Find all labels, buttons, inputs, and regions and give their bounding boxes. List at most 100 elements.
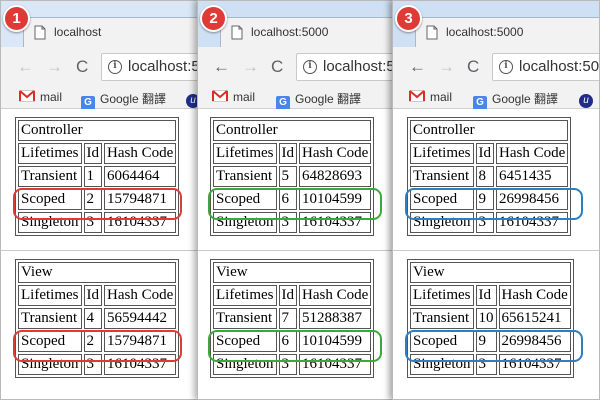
google-translate-icon: G <box>276 96 290 110</box>
tab-title: localhost:5000 <box>446 25 524 39</box>
table-header-row: Lifetimes Id Hash Code <box>18 143 177 164</box>
address-bar[interactable]: i localhost:5 <box>296 53 394 81</box>
cell: 15794871 <box>104 331 177 352</box>
cell: Singleton <box>213 354 277 375</box>
bookmark-translate-label: Google 翻譯 <box>492 92 559 106</box>
page-content: Controller Lifetimes Id Hash Code Transi… <box>1 109 199 399</box>
cell: 10 <box>475 308 497 329</box>
cell: 4 <box>83 308 103 329</box>
info-icon[interactable]: i <box>108 60 122 74</box>
tab-title: localhost:5000 <box>251 25 329 39</box>
table-caption: Controller <box>213 120 372 141</box>
view-table: View Lifetimes Id Hash Code Transient 10… <box>407 259 574 378</box>
header-cell: Id <box>475 143 495 164</box>
address-bar[interactable]: i localhost:5 <box>101 53 200 81</box>
gmail-icon <box>212 90 228 102</box>
cell: 6 <box>278 331 298 352</box>
section-divider <box>1 250 199 251</box>
reload-icon[interactable]: C <box>271 58 283 75</box>
table-row: Scoped 9 26998456 <box>410 331 571 352</box>
page-icon <box>231 25 243 40</box>
bookmark-mail-label: mail <box>233 90 256 104</box>
back-icon[interactable]: ← <box>213 58 230 75</box>
bookmark-mail[interactable]: mail <box>409 90 452 104</box>
gmail-icon <box>409 90 425 102</box>
cell: 15794871 <box>104 189 177 210</box>
cell: 26998456 <box>496 189 569 210</box>
cell: Scoped <box>213 331 277 352</box>
info-icon[interactable]: i <box>303 60 317 74</box>
page-content: Controller Lifetimes Id Hash Code Transi… <box>198 109 394 399</box>
header-cell: Id <box>278 143 298 164</box>
table-row: Transient 1 6064464 <box>18 166 177 187</box>
cell: Transient <box>213 308 277 329</box>
bookmark-google-translate[interactable]: G Google 翻譯 <box>276 90 361 110</box>
back-icon[interactable]: ← <box>17 58 34 75</box>
cell: Scoped <box>18 331 82 352</box>
header-cell: Hash Code <box>498 285 571 306</box>
cell: 10104599 <box>299 189 372 210</box>
table-row: Transient 4 56594442 <box>18 308 177 329</box>
browser-tab[interactable]: localhost:5000 <box>415 17 599 47</box>
reload-icon[interactable]: C <box>467 58 479 75</box>
bookmarks-bar: mail G Google 翻譯 u <box>393 87 599 110</box>
bookmark-mail-label: mail <box>430 90 453 104</box>
table-row: Singleton 3 16104337 <box>410 212 569 233</box>
controller-table: Controller Lifetimes Id Hash Code Transi… <box>15 117 180 236</box>
address-bar[interactable]: i localhost:500 <box>492 53 599 81</box>
bookmark-mail[interactable]: mail <box>19 90 62 104</box>
table-row: Transient 10 65615241 <box>410 308 571 329</box>
browser-tab[interactable]: localhost:5000 × <box>220 17 394 47</box>
table-row: Transient 7 51288387 <box>213 308 372 329</box>
header-cell: Lifetimes <box>18 285 82 306</box>
cell: 16104337 <box>498 354 571 375</box>
tab-title: localhost <box>54 25 102 39</box>
cell: 65615241 <box>498 308 571 329</box>
forward-icon[interactable]: → <box>242 58 259 75</box>
cell: 3 <box>83 212 103 233</box>
reload-icon[interactable]: C <box>76 58 88 75</box>
cell: 5 <box>278 166 298 187</box>
view-table: View Lifetimes Id Hash Code Transient 7 … <box>210 259 375 378</box>
cell: Scoped <box>18 189 82 210</box>
table-caption: Controller <box>18 120 177 141</box>
page-content: Controller Lifetimes Id Hash Code Transi… <box>393 109 599 399</box>
cell: 3 <box>278 354 298 375</box>
header-cell: Lifetimes <box>213 143 277 164</box>
back-icon[interactable]: ← <box>409 58 426 75</box>
bookmark-google-translate[interactable]: G Google 翻譯 <box>473 90 558 110</box>
url-text: localhost:5 <box>128 58 200 75</box>
table-caption: Controller <box>410 120 569 141</box>
table-header-row: Lifetimes Id Hash Code <box>213 143 372 164</box>
table-row: Scoped 9 26998456 <box>410 189 569 210</box>
cell: 2 <box>83 189 103 210</box>
cell: 16104337 <box>496 212 569 233</box>
info-icon[interactable]: i <box>499 60 513 74</box>
cell: Scoped <box>410 331 474 352</box>
cell: 56594442 <box>104 308 177 329</box>
cell: Singleton <box>213 212 277 233</box>
cell: Transient <box>18 308 82 329</box>
table-header-row: Lifetimes Id Hash Code <box>213 285 372 306</box>
header-cell: Id <box>475 285 497 306</box>
forward-icon[interactable]: → <box>438 58 455 75</box>
cell: 16104337 <box>104 212 177 233</box>
toolbar: ← → C i localhost:500 <box>393 47 599 87</box>
controller-table: Controller Lifetimes Id Hash Code Transi… <box>210 117 375 236</box>
toolbar: ← → C i localhost:5 <box>198 47 394 87</box>
bookmark-u[interactable]: u <box>579 90 593 108</box>
cell: Singleton <box>18 354 82 375</box>
bookmark-mail[interactable]: mail <box>212 90 255 104</box>
header-cell: Hash Code <box>104 285 177 306</box>
header-cell: Hash Code <box>496 143 569 164</box>
forward-icon[interactable]: → <box>46 58 63 75</box>
bookmark-mail-label: mail <box>40 90 63 104</box>
bookmark-google-translate[interactable]: G Google 翻譯 <box>81 90 166 110</box>
table-caption: View <box>18 262 177 283</box>
header-cell: Hash Code <box>299 143 372 164</box>
cell: 6064464 <box>104 166 177 187</box>
browser-tab[interactable]: localhost × <box>23 17 199 47</box>
bookmark-translate-label: Google 翻譯 <box>100 92 167 106</box>
title-bar: localhost:5000 × <box>198 1 394 47</box>
page-icon <box>34 25 46 40</box>
